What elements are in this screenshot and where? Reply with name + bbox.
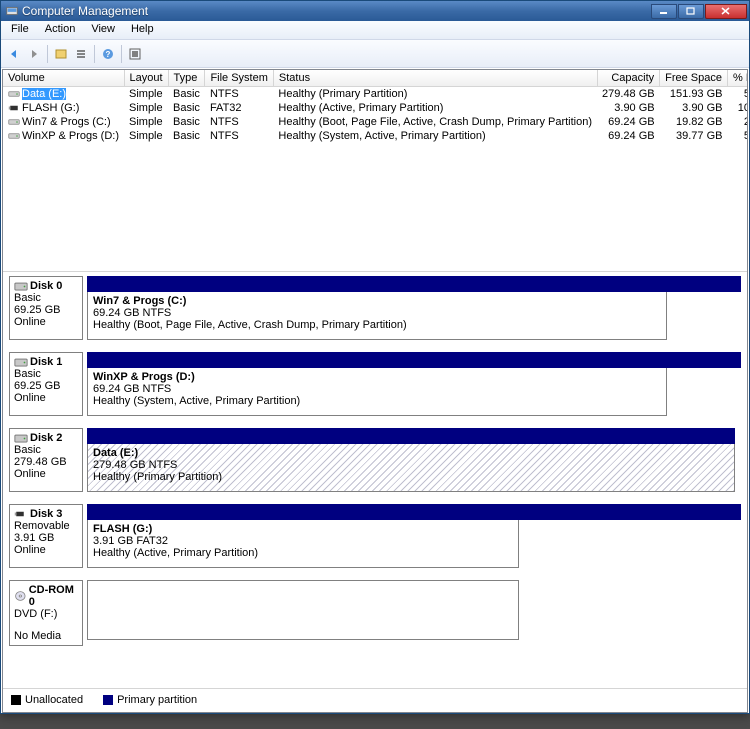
disk-info-box[interactable]: Disk 1Basic69.25 GBOnline xyxy=(9,352,83,416)
col-capacity[interactable]: Capacity xyxy=(597,70,660,87)
minimize-button[interactable] xyxy=(651,4,677,19)
settings-button[interactable] xyxy=(126,45,144,63)
disk-partition-area xyxy=(87,580,741,646)
column-headers[interactable]: Volume Layout Type File System Status Ca… xyxy=(3,70,747,87)
toolbar-separator-3 xyxy=(121,45,122,63)
partition-header-bar xyxy=(87,428,735,444)
partition-box[interactable]: Data (E:)279.48 GB NTFSHealthy (Primary … xyxy=(87,444,735,492)
legend-primary-label: Primary partition xyxy=(117,694,197,706)
menubar: File Action View Help xyxy=(1,21,749,40)
disk-partition-area: Data (E:)279.48 GB NTFSHealthy (Primary … xyxy=(87,428,735,492)
empty-media-box xyxy=(87,580,519,640)
menu-help[interactable]: Help xyxy=(123,21,162,39)
col-volume[interactable]: Volume xyxy=(3,70,124,87)
partition-header-bar xyxy=(87,504,741,520)
app-icon xyxy=(5,4,19,18)
col-fs[interactable]: File System xyxy=(205,70,273,87)
toolbar-separator xyxy=(47,45,48,63)
partition-header-bar xyxy=(87,276,741,292)
app-window: Computer Management File Action View Hel… xyxy=(0,0,750,714)
col-pct[interactable]: % Free xyxy=(728,70,748,87)
disk-graphical-view[interactable]: Disk 0Basic69.25 GBOnlineWin7 & Progs (C… xyxy=(3,271,747,688)
col-free[interactable]: Free Space xyxy=(660,70,728,87)
menu-view[interactable]: View xyxy=(83,21,123,39)
disk-row[interactable]: CD-ROM 0DVD (F:)No Media xyxy=(9,580,741,646)
menu-file[interactable]: File xyxy=(3,21,37,39)
disk-info-box[interactable]: CD-ROM 0DVD (F:)No Media xyxy=(9,580,83,646)
refresh-button[interactable] xyxy=(52,45,70,63)
volume-row[interactable]: WinXP & Progs (D:)SimpleBasicNTFSHealthy… xyxy=(3,129,747,143)
disk-row[interactable]: Disk 1Basic69.25 GBOnlineWinXP & Progs (… xyxy=(9,352,741,416)
partition-box[interactable]: Win7 & Progs (C:)69.24 GB NTFSHealthy (B… xyxy=(87,292,667,340)
legend-unallocated-label: Unallocated xyxy=(25,694,83,706)
menu-action[interactable]: Action xyxy=(37,21,84,39)
partition-box[interactable]: FLASH (G:)3.91 GB FAT32Healthy (Active, … xyxy=(87,520,519,568)
svg-text:?: ? xyxy=(106,50,111,59)
legend: Unallocated Primary partition xyxy=(3,688,747,710)
volume-row[interactable]: Win7 & Progs (C:)SimpleBasicNTFSHealthy … xyxy=(3,115,747,129)
titlebar[interactable]: Computer Management xyxy=(1,1,749,21)
disk-partition-area: WinXP & Progs (D:)69.24 GB NTFSHealthy (… xyxy=(87,352,741,416)
volume-table[interactable]: Volume Layout Type File System Status Ca… xyxy=(3,70,747,143)
disk-row[interactable]: Disk 2Basic279.48 GBOnlineData (E:)279.4… xyxy=(9,428,741,492)
help-button[interactable]: ? xyxy=(99,45,117,63)
window-title: Computer Management xyxy=(22,4,651,18)
volume-row[interactable]: Data (E:)SimpleBasicNTFSHealthy (Primary… xyxy=(3,87,747,101)
primary-swatch xyxy=(103,695,113,705)
disk-partition-area: FLASH (G:)3.91 GB FAT32Healthy (Active, … xyxy=(87,504,741,568)
close-button[interactable] xyxy=(705,4,747,19)
partition-header-bar xyxy=(87,352,741,368)
legend-unallocated: Unallocated xyxy=(11,694,83,706)
volume-row[interactable]: FLASH (G:)SimpleBasicFAT32Healthy (Activ… xyxy=(3,101,747,115)
partition-box[interactable]: WinXP & Progs (D:)69.24 GB NTFSHealthy (… xyxy=(87,368,667,416)
disk-row[interactable]: Disk 3Removable3.91 GBOnlineFLASH (G:)3.… xyxy=(9,504,741,568)
col-layout[interactable]: Layout xyxy=(124,70,168,87)
legend-primary: Primary partition xyxy=(103,694,197,706)
disk-info-box[interactable]: Disk 3Removable3.91 GBOnline xyxy=(9,504,83,568)
properties-button[interactable] xyxy=(72,45,90,63)
back-button[interactable] xyxy=(5,45,23,63)
forward-button[interactable] xyxy=(25,45,43,63)
toolbar-separator-2 xyxy=(94,45,95,63)
disk-row[interactable]: Disk 0Basic69.25 GBOnlineWin7 & Progs (C… xyxy=(9,276,741,340)
unallocated-swatch xyxy=(11,695,21,705)
maximize-button[interactable] xyxy=(678,4,704,19)
col-status[interactable]: Status xyxy=(273,70,597,87)
disk-partition-area: Win7 & Progs (C:)69.24 GB NTFSHealthy (B… xyxy=(87,276,741,340)
content-area: Volume Layout Type File System Status Ca… xyxy=(1,69,749,713)
disk-info-box[interactable]: Disk 2Basic279.48 GBOnline xyxy=(9,428,83,492)
toolbar: ? xyxy=(1,40,749,68)
col-type[interactable]: Type xyxy=(168,70,205,87)
disk-info-box[interactable]: Disk 0Basic69.25 GBOnline xyxy=(9,276,83,340)
